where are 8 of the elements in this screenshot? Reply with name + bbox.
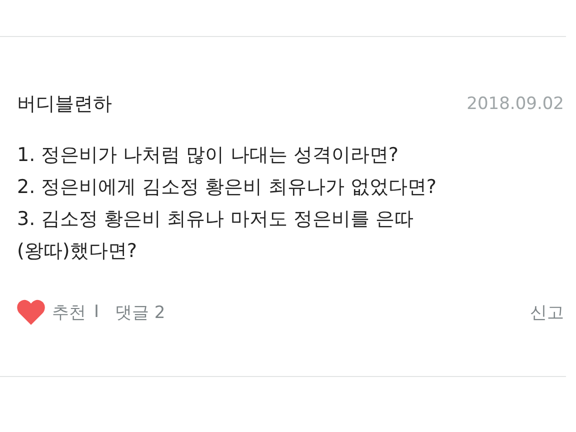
post-text: 1. 정은비가 나처럼 많이 나대는 성격이라면? 2. 정은비에게 김소정 황은비 최유나가 없었다면? 3. 김소정 황은비 최유나 마저도 정은비를 은따(왕따)했다면? [17,143,437,264]
heart-icon[interactable] [17,299,45,325]
comments-link[interactable]: 댓글 2 [115,300,166,324]
author-name: 버디블련하 [17,92,112,117]
report-link[interactable]: 신고 [530,300,564,324]
separator: I [94,302,100,322]
post-date: 2018.09.02 [466,94,564,114]
recommend-link[interactable]: 추천 [52,300,86,324]
